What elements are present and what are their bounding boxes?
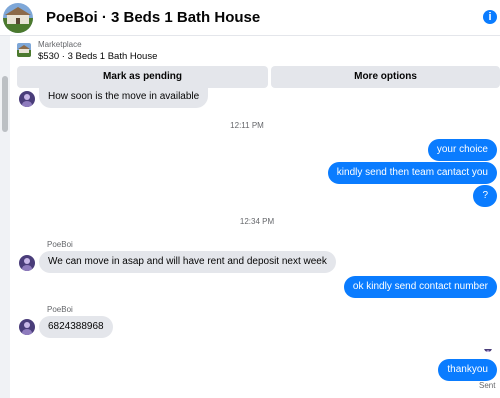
marketplace-label: Marketplace: [38, 40, 82, 49]
listing-title: $530 · 3 Beds 1 Bath House: [38, 51, 158, 62]
message-bubble[interactable]: How soon is the move in available: [39, 88, 209, 108]
message-bubble[interactable]: thankyou: [438, 359, 497, 381]
sent-status: Sent: [479, 381, 496, 390]
conversation-header: PoeBoi · 3 Beds 1 Bath House i: [0, 0, 500, 36]
timestamp: 12:11 PM: [230, 121, 264, 130]
message-thread: How soon is the move in available 12:11 …: [10, 88, 500, 398]
message-bubble[interactable]: We can move in asap and will have rent a…: [39, 251, 336, 273]
message-bubble[interactable]: kindly send then team cantact you: [327, 162, 497, 184]
more-options-button[interactable]: More options: [271, 66, 500, 88]
sender-name: PoeBoi: [47, 240, 73, 249]
avatar[interactable]: [19, 91, 35, 107]
seen-avatar: [484, 344, 492, 352]
message-bubble[interactable]: your choice: [427, 139, 497, 161]
message-bubble[interactable]: ?: [473, 185, 497, 207]
listing-thumbnail: [17, 43, 31, 57]
sender-name: PoeBoi: [47, 305, 73, 314]
scrollbar[interactable]: [0, 36, 10, 398]
avatar[interactable]: [19, 255, 35, 271]
info-icon[interactable]: i: [483, 10, 497, 24]
message-bubble[interactable]: ok kindly send contact number: [343, 276, 497, 298]
timestamp: 12:34 PM: [239, 217, 275, 226]
listing-photo[interactable]: [3, 3, 33, 33]
avatar[interactable]: [19, 319, 35, 335]
conversation-title: PoeBoi · 3 Beds 1 Bath House: [46, 9, 261, 26]
marketplace-listing-bar[interactable]: Marketplace $530 · 3 Beds 1 Bath House: [0, 36, 500, 66]
message-bubble[interactable]: 6824388968: [39, 316, 113, 338]
mark-as-pending-button[interactable]: Mark as pending: [17, 66, 268, 88]
scrollbar-thumb[interactable]: [2, 76, 8, 132]
